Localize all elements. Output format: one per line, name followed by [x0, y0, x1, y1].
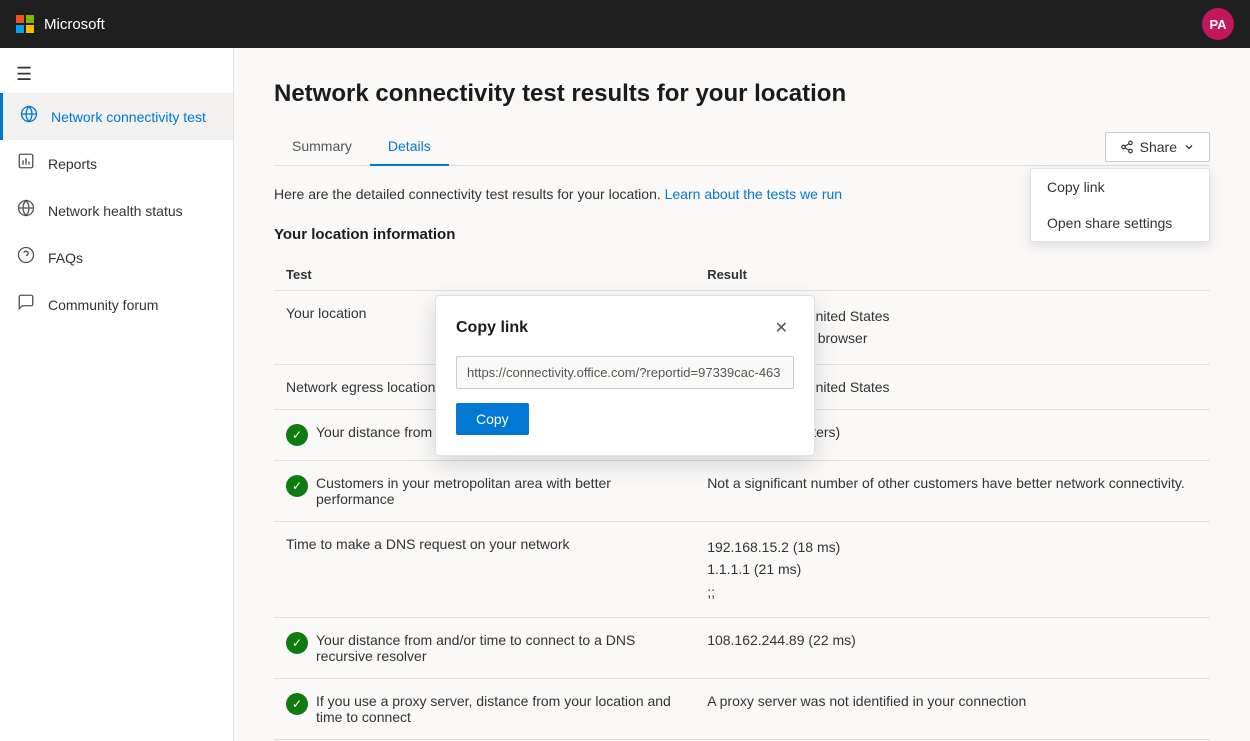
result-value: 192.168.15.2 (18 ms)1.1.1.1 (21 ms);;: [707, 536, 1198, 603]
faqs-icon: [16, 246, 36, 269]
learn-more-link[interactable]: Learn about the tests we run: [665, 186, 842, 202]
sidebar-item-label: Network health status: [48, 203, 183, 219]
modal-close-button[interactable]: ✕: [769, 316, 794, 340]
copy-link-modal: Copy link ✕ https://connectivity.office.…: [435, 295, 815, 456]
test-cell: ✓ Customers in your metropolitan area wit…: [274, 460, 695, 521]
microsoft-logo: [16, 15, 34, 33]
hamburger-menu-button[interactable]: ☰: [0, 48, 233, 93]
check-icon: ✓: [286, 693, 308, 715]
table-row: ✓ Customers in your metropolitan area wit…: [274, 460, 1210, 521]
check-icon: ✓: [286, 424, 308, 446]
chevron-down-icon: [1183, 141, 1195, 153]
share-icon: [1120, 140, 1134, 154]
tab-summary[interactable]: Summary: [274, 128, 370, 166]
sidebar-item-label: Network connectivity test: [51, 109, 206, 125]
forum-icon: [16, 293, 36, 316]
sidebar-item-label: Reports: [48, 156, 97, 172]
network-icon: [19, 105, 39, 128]
test-cell: ✓ If you use a proxy server, distance fro…: [274, 678, 695, 739]
table-row: ✓ If you use a proxy server, distance fro…: [274, 678, 1210, 739]
test-cell: Time to make a DNS request on your netwo…: [274, 521, 695, 617]
modal-header: Copy link ✕: [456, 316, 794, 340]
modal-copy-button[interactable]: Copy: [456, 403, 529, 435]
page-title: Network connectivity test results for yo…: [274, 80, 1210, 108]
share-dropdown-open-settings[interactable]: Open share settings: [1031, 205, 1209, 241]
col-header-result: Result: [695, 259, 1210, 291]
share-dropdown-copy-link[interactable]: Copy link: [1031, 169, 1209, 205]
brand-name: Microsoft: [44, 16, 105, 33]
sidebar-item-community-forum[interactable]: Community forum: [0, 281, 233, 328]
health-icon: [16, 199, 36, 222]
test-label: If you use a proxy server, distance from…: [316, 693, 683, 725]
tabs-bar: Summary Details Share: [274, 128, 1210, 166]
modal-url[interactable]: https://connectivity.office.com/?reporti…: [456, 356, 794, 389]
sidebar-item-faqs[interactable]: FAQs: [0, 234, 233, 281]
sidebar-item-label: FAQs: [48, 250, 83, 266]
sidebar-item-network-connectivity-test[interactable]: Network connectivity test: [0, 93, 233, 140]
sidebar-item-reports[interactable]: Reports: [0, 140, 233, 187]
topbar: Microsoft PA: [0, 0, 1250, 48]
check-icon: ✓: [286, 475, 308, 497]
share-button[interactable]: Share: [1105, 132, 1210, 162]
topbar-left: Microsoft: [16, 15, 105, 33]
test-label: Customers in your metropolitan area with…: [316, 475, 683, 507]
sidebar-item-label: Community forum: [48, 297, 158, 313]
sidebar: ☰ Network connectivity test Reports: [0, 48, 234, 741]
tabs-left: Summary Details: [274, 128, 449, 165]
sidebar-item-network-health-status[interactable]: Network health status: [0, 187, 233, 234]
share-dropdown: Copy link Open share settings: [1030, 168, 1210, 242]
reports-icon: [16, 152, 36, 175]
result-cell: A proxy server was not identified in you…: [695, 678, 1210, 739]
test-label: Your distance from and/or time to connec…: [316, 632, 683, 664]
table-row: Time to make a DNS request on your netwo…: [274, 521, 1210, 617]
tab-details[interactable]: Details: [370, 128, 449, 166]
test-cell: ✓ Your distance from and/or time to conne…: [274, 617, 695, 678]
result-cell: Not a significant number of other custom…: [695, 460, 1210, 521]
modal-title: Copy link: [456, 319, 528, 337]
result-cell: 108.162.244.89 (22 ms): [695, 617, 1210, 678]
share-label: Share: [1140, 139, 1177, 155]
col-header-test: Test: [274, 259, 695, 291]
table-row: ✓ Your distance from and/or time to conne…: [274, 617, 1210, 678]
result-cell: 192.168.15.2 (18 ms)1.1.1.1 (21 ms);;: [695, 521, 1210, 617]
check-icon: ✓: [286, 632, 308, 654]
avatar[interactable]: PA: [1202, 8, 1234, 40]
